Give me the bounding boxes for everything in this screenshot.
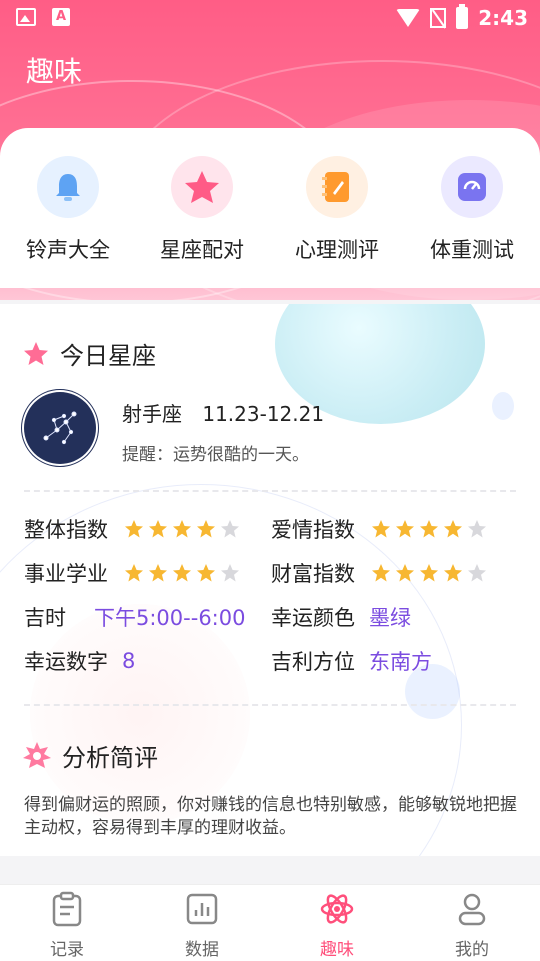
love-index-row: 爱情指数 — [271, 514, 487, 544]
decor-bubble — [492, 392, 514, 420]
nav-label: 我的 — [455, 940, 489, 960]
feature-label: 铃声大全 — [26, 238, 110, 262]
bar-chart-icon — [186, 893, 218, 925]
clipboard-icon — [52, 891, 82, 927]
section-title: 今日星座 — [60, 342, 156, 370]
nav-fun[interactable]: 趣味 — [297, 891, 377, 960]
nav-label: 记录 — [50, 940, 84, 960]
star-rating — [371, 563, 487, 583]
divider — [24, 490, 516, 492]
star-filled-icon — [420, 564, 438, 582]
nav-records[interactable]: 记录 — [27, 891, 107, 960]
star-filled-icon — [444, 520, 462, 538]
star-filled-icon — [149, 564, 167, 582]
star-icon — [171, 156, 233, 218]
star-empty-icon — [221, 520, 239, 538]
info-label: 幸运颜色 — [271, 606, 355, 630]
star-icon — [24, 341, 48, 365]
star-filled-icon — [444, 564, 462, 582]
index-label: 爱情指数 — [271, 518, 355, 542]
nav-data[interactable]: 数据 — [162, 891, 242, 960]
info-value: 墨绿 — [369, 606, 411, 630]
info-label: 吉利方位 — [271, 650, 355, 674]
sagittarius-icon — [24, 392, 96, 464]
star-filled-icon — [173, 564, 191, 582]
person-icon — [458, 893, 486, 926]
feature-star-match[interactable]: 星座配对 — [152, 156, 252, 264]
wealth-index-row: 财富指数 — [271, 558, 487, 588]
nav-label: 趣味 — [320, 940, 354, 960]
feature-weight-test[interactable]: 体重测试 — [422, 156, 522, 264]
index-label: 财富指数 — [271, 562, 355, 586]
star-empty-icon — [468, 564, 486, 582]
bell-icon — [37, 156, 99, 218]
star-filled-icon — [396, 520, 414, 538]
feature-label: 星座配对 — [160, 238, 244, 262]
decor-glow — [30, 604, 250, 824]
lucky-direction-row: 吉利方位 东南方 — [271, 646, 432, 676]
status-bar: A 2:43 — [0, 0, 540, 36]
star-filled-icon — [125, 520, 143, 538]
zodiac-name-row: 射手座 11.23-12.21 — [122, 398, 324, 427]
star-filled-icon — [149, 520, 167, 538]
star-filled-icon — [372, 520, 390, 538]
font-icon: A — [52, 8, 70, 26]
feature-card: 铃声大全 星座配对 心理测评 体重测试 — [0, 128, 540, 288]
star-filled-icon — [197, 564, 215, 582]
lucky-number-row: 幸运数字 8 — [24, 646, 135, 676]
page-title: 趣味 — [26, 55, 83, 88]
nav-label: 数据 — [185, 940, 219, 960]
atom-icon — [320, 894, 354, 924]
lucky-time-row: 吉时 下午5:00--6:00 — [24, 602, 245, 632]
analysis-heading: 分析简评 — [22, 738, 158, 773]
section-title: 分析简评 — [62, 744, 158, 772]
horoscope-card: 今日星座 射手座 11.23-12.21 提醒：运势很酷的一天。 整体指数 爱情… — [0, 304, 540, 856]
today-zodiac-heading: 今日星座 — [22, 336, 156, 371]
star-rating — [371, 519, 487, 539]
star-filled-icon — [372, 564, 390, 582]
scale-icon — [441, 156, 503, 218]
divider — [24, 704, 516, 706]
career-index-row: 事业学业 — [24, 558, 240, 588]
star-filled-icon — [396, 564, 414, 582]
star-filled-icon — [197, 520, 215, 538]
info-value: 8 — [122, 649, 136, 673]
star-empty-icon — [221, 564, 239, 582]
flower-star-icon — [23, 741, 51, 768]
index-label: 整体指数 — [24, 518, 108, 542]
star-empty-icon — [468, 520, 486, 538]
info-value: 下午5:00--6:00 — [94, 606, 246, 630]
info-label: 吉时 — [24, 606, 66, 630]
feature-psych-test[interactable]: 心理测评 — [287, 156, 387, 264]
info-value: 东南方 — [369, 650, 432, 674]
status-time: 2:43 — [478, 6, 528, 30]
wifi-icon — [396, 9, 421, 27]
nav-mine[interactable]: 我的 — [432, 891, 512, 960]
star-filled-icon — [173, 520, 191, 538]
zodiac-tip: 提醒：运势很酷的一天。 — [122, 445, 309, 465]
feature-label: 体重测试 — [430, 238, 514, 262]
sim-none-icon — [430, 8, 447, 28]
zodiac-sign: 射手座 — [122, 402, 182, 426]
overall-index-row: 整体指数 — [24, 514, 240, 544]
feature-ringtones[interactable]: 铃声大全 — [18, 156, 118, 264]
feature-label: 心理测评 — [295, 238, 379, 262]
star-filled-icon — [125, 564, 143, 582]
zodiac-dates: 11.23-12.21 — [202, 402, 325, 426]
notebook-icon — [306, 156, 368, 218]
lucky-color-row: 幸运颜色 墨绿 — [271, 602, 411, 632]
bottom-nav: 记录 数据 趣味 我的 — [0, 884, 540, 961]
battery-icon — [456, 4, 469, 29]
analysis-text: 得到偏财运的照顾，你对赚钱的信息也特别敏感，能够敏锐地把握主动权，容易得到丰厚的… — [24, 795, 517, 838]
star-rating — [124, 563, 240, 583]
image-icon — [16, 8, 36, 26]
star-rating — [124, 519, 240, 539]
index-label: 事业学业 — [24, 562, 108, 586]
star-filled-icon — [420, 520, 438, 538]
info-label: 幸运数字 — [24, 650, 108, 674]
